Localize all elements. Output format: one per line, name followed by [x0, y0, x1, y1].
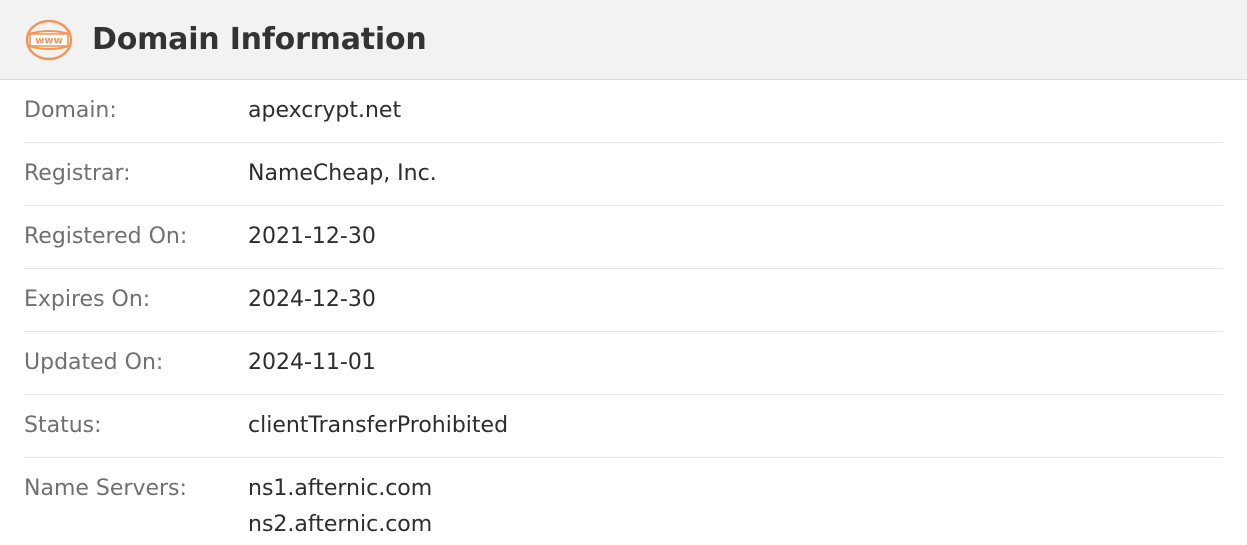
updated-on-label: Updated On:: [24, 350, 164, 375]
info-row-updated-on: Updated On: 2024-11-01: [24, 332, 1223, 395]
domain-info-panel: www Domain Information Domain: apexcrypt…: [0, 0, 1247, 545]
info-row-expires-on: Expires On: 2024-12-30: [24, 269, 1223, 332]
status-value: clientTransferProhibited: [248, 413, 509, 438]
registrar-label: Registrar:: [24, 161, 131, 186]
expires-on-value: 2024-12-30: [248, 287, 376, 312]
domain-value: apexcrypt.net: [248, 98, 402, 123]
registered-on-value: 2021-12-30: [248, 224, 376, 249]
www-icon: www: [25, 19, 73, 61]
domain-label: Domain:: [24, 98, 117, 123]
status-label: Status:: [24, 413, 102, 438]
info-row-name-servers: Name Servers: ns1.afternic.com ns2.after…: [24, 458, 1223, 545]
registrar-value: NameCheap, Inc.: [248, 161, 437, 186]
info-table: Domain: apexcrypt.net Registrar: NameChe…: [24, 80, 1223, 545]
panel-header: www Domain Information: [0, 0, 1247, 80]
name-server-2: ns2.afternic.com: [248, 512, 433, 537]
name-server-1: ns1.afternic.com: [248, 476, 433, 501]
page-title: Domain Information: [92, 22, 427, 57]
info-row-registrar: Registrar: NameCheap, Inc.: [24, 143, 1223, 206]
expires-on-label: Expires On:: [24, 287, 151, 312]
name-servers-list: ns1.afternic.com ns2.afternic.com: [248, 475, 432, 543]
info-row-domain: Domain: apexcrypt.net: [24, 80, 1223, 143]
svg-text:www: www: [35, 35, 63, 46]
info-row-registered-on: Registered On: 2021-12-30: [24, 206, 1223, 269]
info-row-status: Status: clientTransferProhibited: [24, 395, 1223, 458]
updated-on-value: 2024-11-01: [248, 350, 376, 375]
name-servers-label: Name Servers:: [24, 476, 187, 501]
registered-on-label: Registered On:: [24, 224, 188, 249]
